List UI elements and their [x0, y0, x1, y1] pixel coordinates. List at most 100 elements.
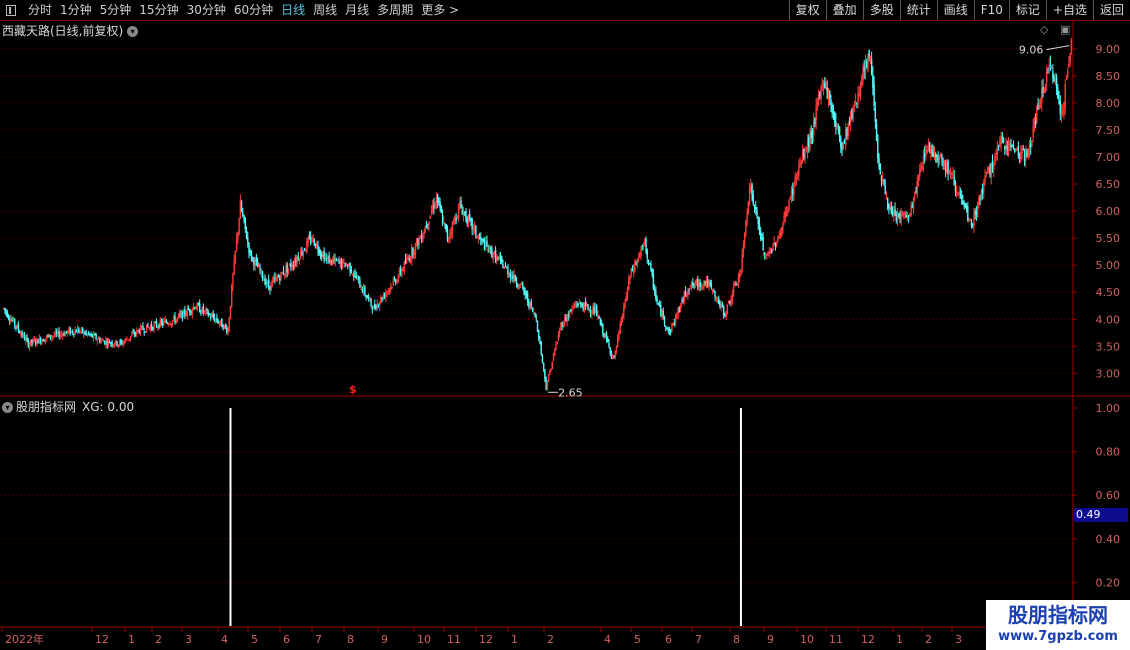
- candle-down: [251, 257, 254, 259]
- candle-down: [1011, 146, 1013, 148]
- candle-down: [883, 179, 885, 185]
- candle-up: [1031, 140, 1033, 147]
- candle-up: [573, 306, 576, 308]
- candle-up: [298, 259, 301, 261]
- candle-up: [578, 301, 581, 304]
- chevron-down-icon[interactable]: ▾: [2, 402, 13, 413]
- candle-up: [909, 213, 911, 217]
- candle-down: [899, 214, 901, 220]
- candle-down: [470, 218, 472, 221]
- candle-up: [1038, 105, 1041, 109]
- candle-down: [445, 224, 447, 231]
- time-tick-label: 5: [251, 633, 258, 646]
- candle-up: [508, 273, 510, 275]
- candle-up: [449, 233, 451, 238]
- candle-down: [811, 135, 814, 137]
- candle-down: [526, 293, 529, 302]
- candle-down: [160, 320, 163, 323]
- candle-up: [2, 307, 5, 309]
- time-tick-label: 2: [155, 633, 162, 646]
- candle-down: [979, 197, 981, 200]
- candle-up: [1065, 78, 1068, 81]
- candle-up: [33, 339, 36, 341]
- candle-up: [1015, 149, 1017, 151]
- price-tick-label: 9.00: [1096, 43, 1121, 56]
- candle-up: [634, 263, 636, 272]
- candle-up: [235, 238, 238, 250]
- diamond-icon[interactable]: ◇: [1040, 23, 1048, 36]
- candle-down: [269, 285, 271, 290]
- candle-up: [708, 282, 710, 288]
- candle-up: [636, 258, 639, 265]
- candle-down: [359, 280, 361, 288]
- candle-up: [836, 124, 838, 127]
- candle-up: [450, 232, 452, 234]
- candle-up: [700, 285, 703, 287]
- candle-up: [857, 92, 859, 103]
- candle-down: [210, 316, 212, 318]
- candle-up: [369, 298, 371, 300]
- candle-up: [788, 199, 790, 210]
- candle-up: [1066, 71, 1069, 77]
- candle-down: [879, 163, 881, 175]
- candle-up: [715, 297, 717, 299]
- candle-up: [232, 273, 234, 286]
- candle-down: [460, 200, 462, 209]
- indicator-tick-label: 0.20: [1096, 576, 1121, 589]
- chevron-down-icon[interactable]: ▾: [127, 26, 139, 37]
- candle-up: [914, 192, 916, 196]
- candle-up: [139, 326, 142, 335]
- candle-up: [736, 283, 738, 286]
- candle-up: [889, 207, 891, 209]
- candle-down: [875, 124, 878, 141]
- candle-down: [576, 303, 578, 305]
- candle-up: [238, 219, 240, 234]
- candle-down: [71, 331, 74, 333]
- panel-icon[interactable]: ▣: [1060, 23, 1070, 36]
- candle-down: [504, 265, 507, 267]
- candle-up: [916, 181, 918, 195]
- candle-down: [106, 341, 108, 346]
- candle-down: [755, 206, 757, 210]
- candle-down: [713, 291, 715, 293]
- candle-down: [581, 303, 583, 307]
- candle-up: [677, 308, 679, 316]
- candle-up: [1016, 148, 1018, 150]
- candle-down: [335, 259, 338, 261]
- candle-down: [524, 290, 526, 296]
- candle-down: [826, 87, 828, 99]
- watermark-url: www.7gpzb.com: [998, 629, 1118, 644]
- candle-down: [17, 324, 20, 331]
- candle-up: [157, 326, 159, 328]
- candle-down: [584, 301, 587, 307]
- candle-up: [999, 141, 1001, 148]
- candle-up: [272, 278, 275, 282]
- candle-down: [607, 338, 609, 343]
- candle-up: [285, 266, 287, 275]
- candle-up: [626, 288, 629, 296]
- stock-title: 西藏天路(日线,前复权): [2, 24, 124, 38]
- candle-up: [498, 257, 500, 259]
- candle-down: [538, 330, 540, 339]
- candle-down: [23, 335, 26, 341]
- candle-down: [242, 211, 244, 217]
- corner-icons: ◇ ▣: [1040, 23, 1070, 36]
- candle-up: [117, 344, 119, 347]
- indicator-tick-label: 1.00: [1096, 402, 1121, 415]
- candle-down: [570, 309, 572, 312]
- candle-down: [878, 158, 880, 167]
- candle-up: [930, 146, 932, 154]
- candle-up: [343, 260, 345, 262]
- candle-down: [138, 330, 140, 334]
- candle-down: [75, 330, 78, 333]
- candle-down: [143, 331, 145, 333]
- candle-down: [824, 82, 826, 89]
- candle-up: [54, 331, 57, 336]
- candle-up: [917, 177, 920, 180]
- candle-down: [647, 260, 650, 262]
- candle-up: [637, 258, 640, 260]
- candle-up: [893, 211, 895, 217]
- candle-down: [522, 283, 524, 287]
- time-tick-label: 2022年: [5, 632, 44, 646]
- candle-up: [153, 323, 155, 330]
